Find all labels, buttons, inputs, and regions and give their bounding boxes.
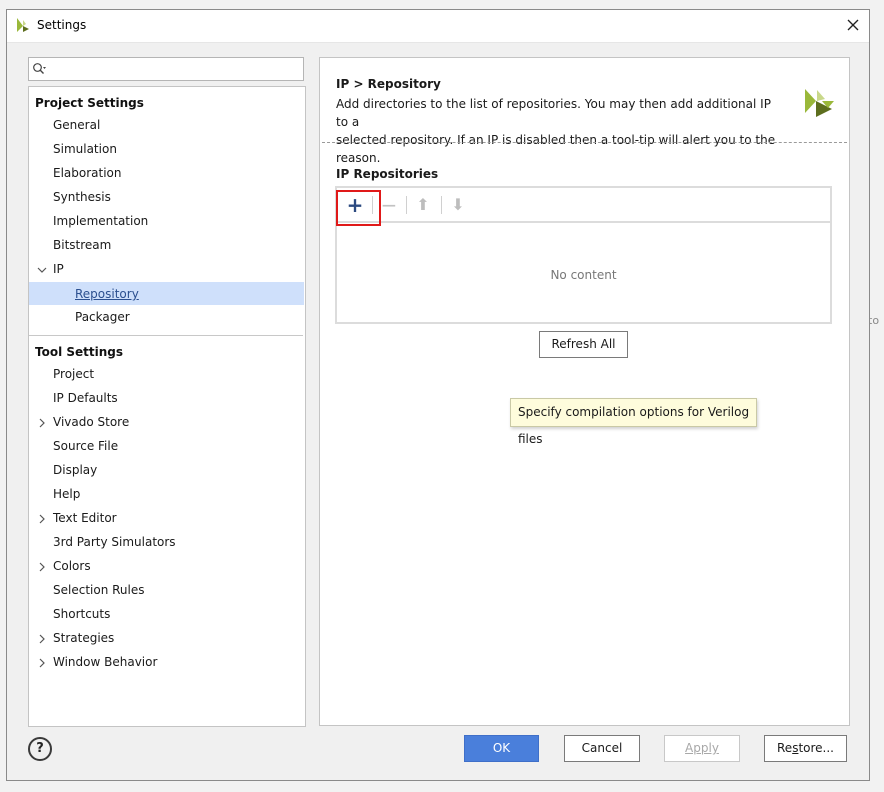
minus-icon: − [380, 193, 398, 217]
remove-repository-button[interactable]: − [377, 194, 401, 216]
tree-item-text-editor[interactable]: Text Editor [53, 511, 117, 525]
tree-item-general[interactable]: General [53, 118, 100, 132]
toolbar-separator [372, 196, 373, 214]
tree-selection-highlight [29, 282, 304, 305]
description-line: selected repository. If an IP is disable… [336, 133, 776, 165]
tree-item-project[interactable]: Project [53, 367, 94, 381]
apply-button[interactable]: Apply [664, 735, 740, 762]
tree-item-synthesis[interactable]: Synthesis [53, 190, 111, 204]
vivado-app-icon [17, 18, 29, 32]
toolbar-separator [441, 196, 442, 214]
move-down-button[interactable]: ⬇ [446, 194, 470, 216]
add-repository-button[interactable]: + [336, 190, 381, 226]
tree-item-colors[interactable]: Colors [53, 559, 91, 573]
chevron-right-icon[interactable] [37, 658, 47, 668]
vivado-logo-icon [805, 89, 834, 117]
chevron-right-icon[interactable] [37, 514, 47, 524]
tree-item-simulation[interactable]: Simulation [53, 142, 117, 156]
tree-item-packager[interactable]: Packager [75, 310, 130, 324]
page-description: Add directories to the list of repositor… [336, 95, 786, 167]
page-title: IP > Repository [336, 77, 441, 91]
chevron-right-icon[interactable] [37, 418, 47, 428]
tree-item-source-file[interactable]: Source File [53, 439, 118, 453]
tree-item-strategies[interactable]: Strategies [53, 631, 114, 645]
ip-repositories-list: + − ⬆ ⬇ No content [335, 186, 832, 324]
chevron-right-icon[interactable] [37, 634, 47, 644]
header-divider [322, 142, 847, 143]
apply-label: Apply [685, 741, 719, 755]
cancel-button[interactable]: Cancel [564, 735, 640, 762]
restore-label-prefix: Re [777, 741, 793, 755]
help-button[interactable]: ? [28, 737, 52, 761]
tree-item-selection-rules[interactable]: Selection Rules [53, 583, 145, 597]
tree-item-display[interactable]: Display [53, 463, 97, 477]
tree-item-window-behavior[interactable]: Window Behavior [53, 655, 157, 669]
highlight-box [336, 190, 381, 226]
tree-item-vivado-store[interactable]: Vivado Store [53, 415, 129, 429]
chevron-right-icon[interactable] [37, 562, 47, 572]
restore-label-suffix: tore... [798, 741, 834, 755]
settings-dialog: Settings Project Settings General Simula… [6, 9, 870, 781]
ip-repositories-label: IP Repositories [336, 167, 439, 181]
repositories-toolbar: + − ⬆ ⬇ [336, 188, 830, 226]
arrow-up-icon: ⬆ [416, 195, 430, 214]
search-icon [33, 63, 46, 74]
toolbar-separator [406, 196, 407, 214]
tree-item-help[interactable]: Help [53, 487, 80, 501]
tree-section-tool-settings: Tool Settings [35, 345, 124, 359]
title-bar: Settings [7, 10, 869, 43]
tree-item-3rd-party-simulators[interactable]: 3rd Party Simulators [53, 535, 176, 549]
tree-item-repository[interactable]: Repository [75, 287, 139, 301]
chevron-down-icon[interactable] [37, 265, 47, 275]
tree-section-project-settings: Project Settings [35, 96, 144, 110]
restore-button[interactable]: Restore... [764, 735, 847, 762]
close-button[interactable] [841, 13, 865, 37]
settings-content-panel: IP > Repository Add directories to the l… [319, 57, 850, 726]
search-box[interactable] [28, 57, 304, 81]
window-title: Settings [37, 18, 87, 32]
arrow-down-icon: ⬇ [451, 195, 465, 214]
settings-tree: Project Settings General Simulation Elab… [28, 86, 306, 727]
tree-item-implementation[interactable]: Implementation [53, 214, 148, 228]
search-input[interactable] [47, 60, 301, 80]
tree-item-ip-defaults[interactable]: IP Defaults [53, 391, 118, 405]
empty-list-message: No content [550, 268, 617, 282]
tree-item-elaboration[interactable]: Elaboration [53, 166, 122, 180]
help-icon: ? [36, 741, 44, 756]
tooltip: Specify compilation options for Verilog … [510, 398, 757, 446]
move-up-button[interactable]: ⬆ [411, 194, 435, 216]
tree-item-bitstream[interactable]: Bitstream [53, 238, 111, 252]
refresh-all-button[interactable]: Refresh All [539, 331, 628, 358]
ok-button[interactable]: OK [464, 735, 539, 762]
tree-item-shortcuts[interactable]: Shortcuts [53, 607, 110, 621]
close-icon [847, 19, 859, 31]
settings-navigation: Project Settings General Simulation Elab… [28, 57, 306, 727]
tree-item-ip[interactable]: IP [53, 262, 64, 276]
description-line: Add directories to the list of repositor… [336, 97, 771, 129]
tree-divider [29, 335, 303, 336]
